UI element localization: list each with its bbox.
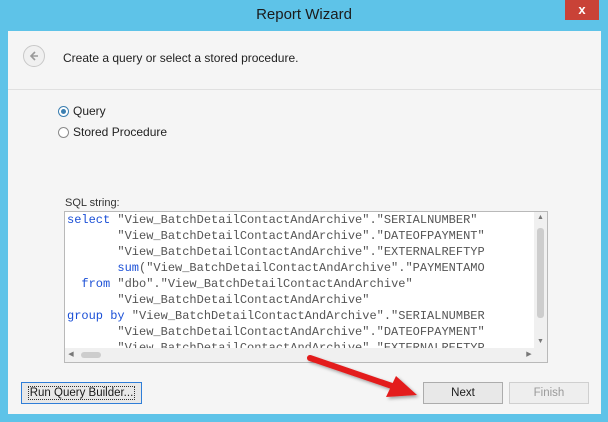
scroll-up-icon[interactable]: ▲	[534, 212, 547, 224]
query-radio-label: Query	[73, 104, 106, 118]
scroll-left-icon[interactable]: ◀	[65, 348, 77, 362]
sql-line: "View_BatchDetailContactAndArchive"."EXT…	[67, 244, 535, 260]
wizard-content: Create a query or select a stored proced…	[8, 31, 601, 414]
wizard-body: Query Stored Procedure SQL string: selec…	[8, 90, 601, 414]
vertical-scrollbar[interactable]: ▲ ▼	[534, 212, 547, 348]
back-button[interactable]	[23, 45, 45, 67]
scrollbar-corner	[534, 348, 547, 362]
sql-keyword: from	[67, 277, 111, 291]
sql-code: "View_BatchDetailContactAndArchive"."EXT…	[67, 245, 485, 259]
sql-code: "View_BatchDetailContactAndArchive"	[67, 293, 370, 307]
vertical-scroll-thumb[interactable]	[537, 228, 544, 318]
sql-line: from "dbo"."View_BatchDetailContactAndAr…	[67, 276, 535, 292]
finish-button-label: Finish	[533, 387, 565, 399]
wizard-instruction: Create a query or select a stored proced…	[63, 51, 299, 65]
window-title: Report Wizard	[256, 6, 352, 23]
sql-keyword: group by	[67, 309, 125, 323]
sql-code: "View_BatchDetailContactAndArchive"."SER…	[110, 213, 478, 227]
next-button-label: Next	[451, 387, 475, 399]
finish-button: Finish	[509, 382, 589, 404]
report-wizard-window: Report Wizard x Create a query or select…	[0, 0, 608, 422]
horizontal-scrollbar[interactable]: ◀ ▶	[65, 348, 535, 362]
sql-line: "View_BatchDetailContactAndArchive"."DAT…	[67, 324, 535, 340]
sql-line: "View_BatchDetailContactAndArchive"."DAT…	[67, 228, 535, 244]
next-button[interactable]: Next	[423, 382, 503, 404]
sql-code: ("View_BatchDetailContactAndArchive"."PA…	[139, 261, 485, 275]
stored-procedure-option[interactable]: Stored Procedure	[58, 125, 167, 139]
sql-line: group by "View_BatchDetailContactAndArch…	[67, 308, 535, 324]
sql-string-label: SQL string:	[65, 197, 120, 209]
horizontal-scroll-thumb[interactable]	[81, 352, 101, 358]
sql-code: "View_BatchDetailContactAndArchive"."EXT…	[67, 341, 485, 348]
stored-procedure-radio-label: Stored Procedure	[73, 125, 168, 139]
wizard-header: Create a query or select a stored proced…	[8, 31, 601, 90]
sql-keyword: select	[67, 213, 111, 227]
sql-line: "View_BatchDetailContactAndArchive"."EXT…	[67, 340, 535, 348]
sql-code: "View_BatchDetailContactAndArchive"."DAT…	[67, 325, 485, 339]
title-bar[interactable]: Report Wizard x	[0, 0, 608, 30]
sql-line: select "View_BatchDetailContactAndArchiv…	[67, 212, 535, 228]
sql-code: "View_BatchDetailContactAndArchive"."DAT…	[67, 229, 485, 243]
sql-keyword: sum	[67, 261, 140, 275]
stored-procedure-radio[interactable]	[58, 126, 69, 138]
sql-line: "View_BatchDetailContactAndArchive"	[67, 292, 535, 308]
sql-code: "dbo"."View_BatchDetailContactAndArchive…	[110, 277, 413, 291]
query-option[interactable]: Query	[58, 104, 106, 118]
run-query-builder-button[interactable]: Run Query Builder...	[21, 382, 142, 404]
run-query-builder-label: Run Query Builder...	[27, 386, 136, 400]
sql-code: "View_BatchDetailContactAndArchive"."SER…	[124, 309, 485, 323]
scroll-down-icon[interactable]: ▼	[534, 336, 547, 348]
sql-text[interactable]: select "View_BatchDetailContactAndArchiv…	[67, 212, 535, 348]
sql-line: sum("View_BatchDetailContactAndArchive".…	[67, 260, 535, 276]
sql-string-editor[interactable]: select "View_BatchDetailContactAndArchiv…	[64, 211, 548, 363]
close-button[interactable]: x	[565, 0, 599, 20]
query-radio[interactable]	[58, 105, 69, 117]
